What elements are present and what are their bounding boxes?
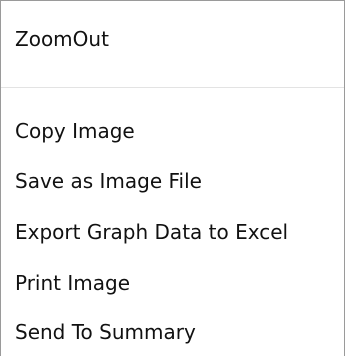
menu-item-export-graph-data-to-excel[interactable]: Export Graph Data to Excel (15, 218, 288, 246)
menu-item-zoom-out[interactable]: ZoomOut (15, 25, 109, 53)
menu-item-print-image[interactable]: Print Image (15, 269, 130, 297)
menu-item-send-to-summary[interactable]: Send To Summary (15, 318, 196, 346)
menu-item-copy-image[interactable]: Copy Image (15, 117, 135, 145)
context-menu: ZoomOut Copy Image Save as Image File Ex… (0, 0, 345, 356)
menu-item-save-as-image-file[interactable]: Save as Image File (15, 167, 202, 195)
